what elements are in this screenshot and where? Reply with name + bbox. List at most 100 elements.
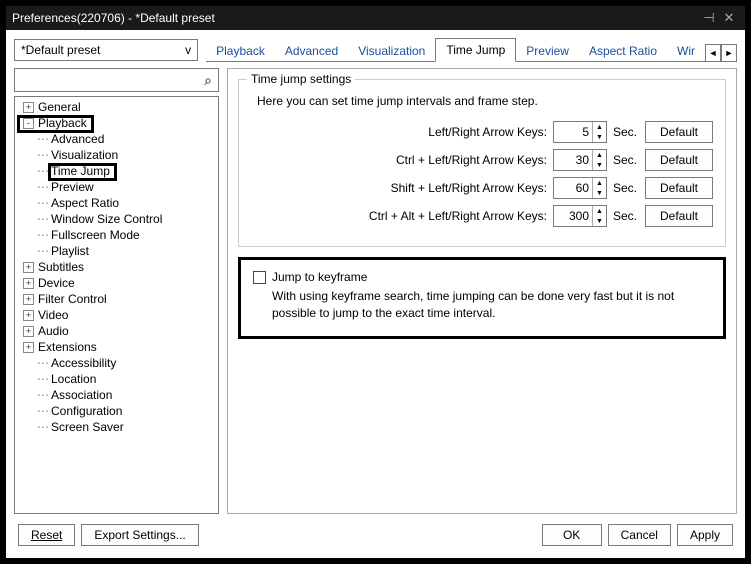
spin-up[interactable]: ▲ bbox=[592, 206, 606, 216]
unit-label: Sec. bbox=[613, 125, 639, 139]
tree-item[interactable]: ⋯Preview bbox=[15, 179, 218, 195]
tree-item[interactable]: +General bbox=[15, 99, 218, 115]
tab-playback[interactable]: Playback bbox=[206, 40, 275, 62]
tree-label: Association bbox=[51, 388, 112, 402]
tree-item[interactable]: ⋯Configuration bbox=[15, 403, 218, 419]
tab-scroll-right[interactable]: ► bbox=[721, 44, 737, 62]
tree-label: Playlist bbox=[51, 244, 89, 258]
tree-item[interactable]: ⋯Fullscreen Mode bbox=[15, 227, 218, 243]
tree-item[interactable]: ⋯Accessibility bbox=[15, 355, 218, 371]
tree-label: Filter Control bbox=[38, 292, 107, 306]
category-tree[interactable]: +General-Playback⋯Advanced⋯Visualization… bbox=[14, 96, 219, 514]
preferences-window: Preferences(220706) - *Default preset ⊣ … bbox=[5, 5, 746, 559]
default-button[interactable]: Default bbox=[645, 149, 713, 171]
tree-item[interactable]: ⋯Aspect Ratio bbox=[15, 195, 218, 211]
tree-label: Accessibility bbox=[51, 356, 116, 370]
interval-row: Ctrl + Alt + Left/Right Arrow Keys:▲▼Sec… bbox=[251, 202, 713, 230]
tree-label: Visualization bbox=[51, 148, 118, 162]
default-button[interactable]: Default bbox=[645, 205, 713, 227]
tree-item[interactable]: ⋯Window Size Control bbox=[15, 211, 218, 227]
search-input[interactable] bbox=[19, 73, 204, 87]
ok-button[interactable]: OK bbox=[542, 524, 602, 546]
tree-label: Video bbox=[38, 308, 68, 322]
tree-item[interactable]: +Video bbox=[15, 307, 218, 323]
keyframe-box: Jump to keyframe With using keyframe sea… bbox=[238, 257, 726, 339]
tree-label: Configuration bbox=[51, 404, 122, 418]
spin-up[interactable]: ▲ bbox=[592, 178, 606, 188]
interval-input[interactable]: ▲▼ bbox=[553, 149, 607, 171]
window-title: Preferences(220706) - *Default preset bbox=[12, 11, 699, 25]
interval-input[interactable]: ▲▼ bbox=[553, 205, 607, 227]
keyframe-label: Jump to keyframe bbox=[272, 270, 367, 284]
interval-row: Left/Right Arrow Keys: ▲▼ Sec. Default bbox=[251, 118, 713, 146]
row-label: Ctrl + Left/Right Arrow Keys: bbox=[396, 153, 547, 167]
tree-item[interactable]: ⋯Association bbox=[15, 387, 218, 403]
tree-label: Location bbox=[51, 372, 96, 386]
preset-value: *Default preset bbox=[21, 43, 185, 57]
tree-item[interactable]: +Filter Control bbox=[15, 291, 218, 307]
tree-label: Extensions bbox=[38, 340, 97, 354]
tab-wir[interactable]: Wir bbox=[667, 40, 705, 62]
tree-item[interactable]: -Playback bbox=[15, 115, 218, 131]
row-label: Left/Right Arrow Keys: bbox=[428, 125, 547, 139]
tree-item[interactable]: ⋯Location bbox=[15, 371, 218, 387]
tree-item[interactable]: ⋯Visualization bbox=[15, 147, 218, 163]
tree-label: Subtitles bbox=[38, 260, 84, 274]
interval-input[interactable]: ▲▼ bbox=[553, 177, 607, 199]
tab-advanced[interactable]: Advanced bbox=[275, 40, 348, 62]
apply-button[interactable]: Apply bbox=[677, 524, 733, 546]
unit-label: Sec. bbox=[613, 153, 639, 167]
keyframe-desc: With using keyframe search, time jumping… bbox=[272, 288, 711, 322]
spin-down[interactable]: ▼ bbox=[592, 188, 606, 198]
tree-label: Aspect Ratio bbox=[51, 196, 119, 210]
default-button[interactable]: Default bbox=[645, 177, 713, 199]
spin-down[interactable]: ▼ bbox=[592, 132, 606, 142]
checkbox-icon bbox=[253, 271, 266, 284]
tab-bar: PlaybackAdvancedVisualizationTime JumpPr… bbox=[206, 38, 737, 62]
group-desc: Here you can set time jump intervals and… bbox=[257, 94, 713, 108]
tree-item[interactable]: ⋯Time Jump bbox=[15, 163, 218, 179]
interval-row: Shift + Left/Right Arrow Keys:▲▼Sec.Defa… bbox=[251, 174, 713, 202]
search-box[interactable]: ⌕ bbox=[14, 68, 219, 92]
spin-up[interactable]: ▲ bbox=[592, 150, 606, 160]
pin-icon[interactable]: ⊣ bbox=[699, 10, 719, 26]
chevron-down-icon: v bbox=[185, 43, 191, 57]
keyframe-checkbox[interactable]: Jump to keyframe bbox=[253, 270, 711, 284]
tree-label: General bbox=[38, 100, 81, 114]
interval-value[interactable] bbox=[554, 209, 592, 223]
default-button[interactable]: Default bbox=[645, 121, 713, 143]
interval-value[interactable] bbox=[554, 181, 592, 195]
tree-item[interactable]: ⋯Screen Saver bbox=[15, 419, 218, 435]
titlebar: Preferences(220706) - *Default preset ⊣ … bbox=[6, 6, 745, 30]
tree-label: Advanced bbox=[51, 132, 104, 146]
interval-value[interactable] bbox=[554, 153, 592, 167]
unit-label: Sec. bbox=[613, 181, 639, 195]
tab-aspect-ratio[interactable]: Aspect Ratio bbox=[579, 40, 667, 62]
tree-item[interactable]: ⋯Playlist bbox=[15, 243, 218, 259]
tree-label: Audio bbox=[38, 324, 69, 338]
cancel-button[interactable]: Cancel bbox=[608, 524, 671, 546]
spin-up[interactable]: ▲ bbox=[592, 122, 606, 132]
tree-item[interactable]: +Extensions bbox=[15, 339, 218, 355]
tab-scroll-left[interactable]: ◄ bbox=[705, 44, 721, 62]
tab-visualization[interactable]: Visualization bbox=[348, 40, 435, 62]
interval-value[interactable] bbox=[554, 125, 592, 139]
search-icon[interactable]: ⌕ bbox=[204, 72, 214, 89]
tree-item[interactable]: +Device bbox=[15, 275, 218, 291]
tree-label: Playback bbox=[38, 116, 87, 130]
time-jump-group: Time jump settings Here you can set time… bbox=[238, 79, 726, 247]
close-icon[interactable]: ✕ bbox=[719, 10, 739, 26]
preset-select[interactable]: *Default preset v bbox=[14, 39, 198, 61]
reset-button[interactable]: Reset bbox=[18, 524, 75, 546]
export-button[interactable]: Export Settings... bbox=[81, 524, 198, 546]
interval-input[interactable]: ▲▼ bbox=[553, 121, 607, 143]
tree-label: Device bbox=[38, 276, 75, 290]
tab-time-jump[interactable]: Time Jump bbox=[435, 38, 516, 62]
tree-item[interactable]: +Subtitles bbox=[15, 259, 218, 275]
tab-preview[interactable]: Preview bbox=[516, 40, 579, 62]
tree-item[interactable]: ⋯Advanced bbox=[15, 131, 218, 147]
tree-item[interactable]: +Audio bbox=[15, 323, 218, 339]
spin-down[interactable]: ▼ bbox=[592, 216, 606, 226]
spin-down[interactable]: ▼ bbox=[592, 160, 606, 170]
settings-panel: Time jump settings Here you can set time… bbox=[227, 68, 737, 514]
